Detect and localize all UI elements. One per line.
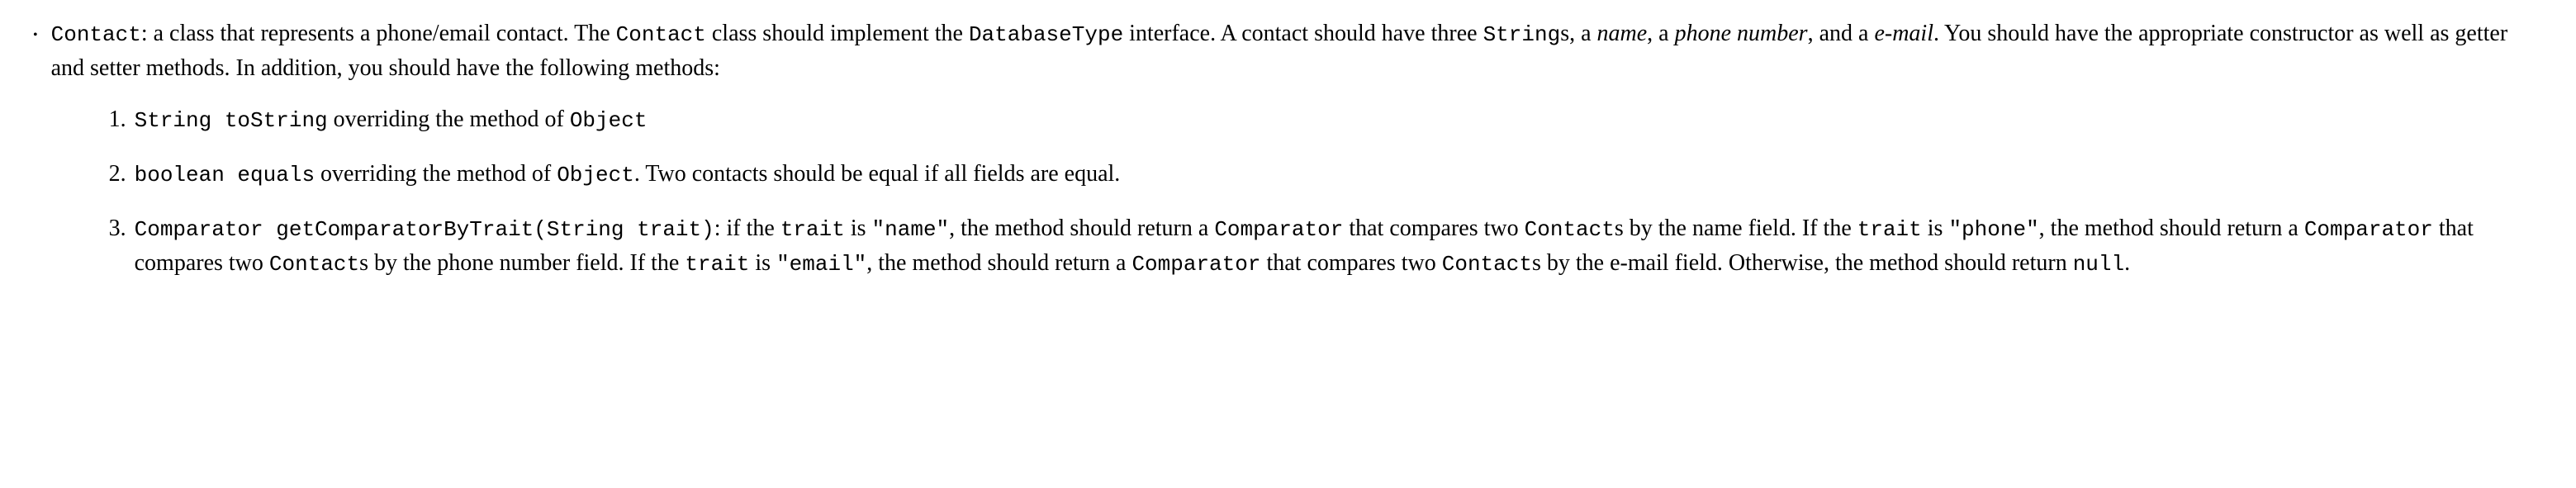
code-object: Object (557, 163, 634, 187)
em-name: name (1597, 21, 1648, 46)
code-contact: Contact (1525, 217, 1615, 242)
text: s by the name field. If the (1615, 216, 1857, 241)
item-content: boolean equals overriding the method of … (135, 157, 2543, 192)
list-item-2: 2. boolean equals overriding the method … (109, 157, 2543, 192)
text: : a class that represents a phone/email … (141, 21, 616, 46)
code-contact: Contact (269, 252, 359, 277)
item-content: String toString overriding the method of… (135, 102, 2543, 137)
code-comparator: Comparator (1214, 217, 1343, 242)
item-content: Comparator getComparatorByTrait(String t… (135, 211, 2543, 281)
code-name-str: "name" (872, 217, 950, 242)
item-number: 1. (109, 102, 126, 137)
text: , the method should return a (2039, 216, 2304, 241)
list-item-3: 3. Comparator getComparatorByTrait(Strin… (109, 211, 2543, 281)
text: s, a (1560, 21, 1596, 46)
text: overriding the method of (328, 107, 570, 132)
code-trait: trait (1857, 217, 1922, 242)
code-object: Object (570, 108, 648, 133)
text: class should implement the (706, 21, 969, 46)
code-contact1: Contact (51, 22, 141, 47)
em-phone: phone number (1675, 21, 1808, 46)
ordered-list: 1. String toString overriding the method… (51, 102, 2543, 281)
text: . (2124, 250, 2130, 276)
text: interface. A contact should have three (1123, 21, 1483, 46)
code-equals: boolean equals (135, 163, 315, 187)
code-string: String (1483, 22, 1561, 47)
text: , the method should return a (949, 216, 1214, 241)
text: s by the phone number field. If the (359, 250, 685, 276)
text: , and a (1808, 21, 1875, 46)
item-number: 2. (109, 157, 126, 192)
main-bullet-item: • Contact: a class that represents a pho… (33, 17, 2543, 301)
code-trait: trait (685, 252, 749, 277)
em-email: e-mail (1874, 21, 1933, 46)
text: that compares two (1260, 250, 1441, 276)
code-tostring: String toString (135, 108, 328, 133)
text: . Two contacts should be equal if all fi… (634, 161, 1120, 187)
code-trait: trait (780, 217, 845, 242)
code-databasetype: DatabaseType (969, 22, 1123, 47)
text: , a (1647, 21, 1674, 46)
list-item-1: 1. String toString overriding the method… (109, 102, 2543, 137)
text: overriding the method of (315, 161, 557, 187)
item-number: 3. (109, 211, 126, 246)
code-email-str: "email" (776, 252, 866, 277)
bullet-icon: • (33, 18, 38, 53)
code-getcomparator: Comparator getComparatorByTrait(String t… (135, 217, 714, 242)
text: is (1922, 216, 1949, 241)
main-content: Contact: a class that represents a phone… (51, 17, 2543, 301)
text: that compares two (1343, 216, 1524, 241)
text: is (749, 250, 776, 276)
code-comparator: Comparator (1131, 252, 1260, 277)
main-paragraph: Contact: a class that represents a phone… (51, 21, 2508, 81)
text: is (845, 216, 872, 241)
text: s by the e-mail field. Otherwise, the me… (1532, 250, 2073, 276)
code-contact: Contact (1442, 252, 1532, 277)
text: , the method should return a (866, 250, 1131, 276)
code-null: null (2073, 252, 2124, 277)
text: : if the (714, 216, 780, 241)
code-phone-str: "phone" (1948, 217, 2038, 242)
code-contact2: Contact (616, 22, 706, 47)
code-comparator: Comparator (2304, 217, 2433, 242)
